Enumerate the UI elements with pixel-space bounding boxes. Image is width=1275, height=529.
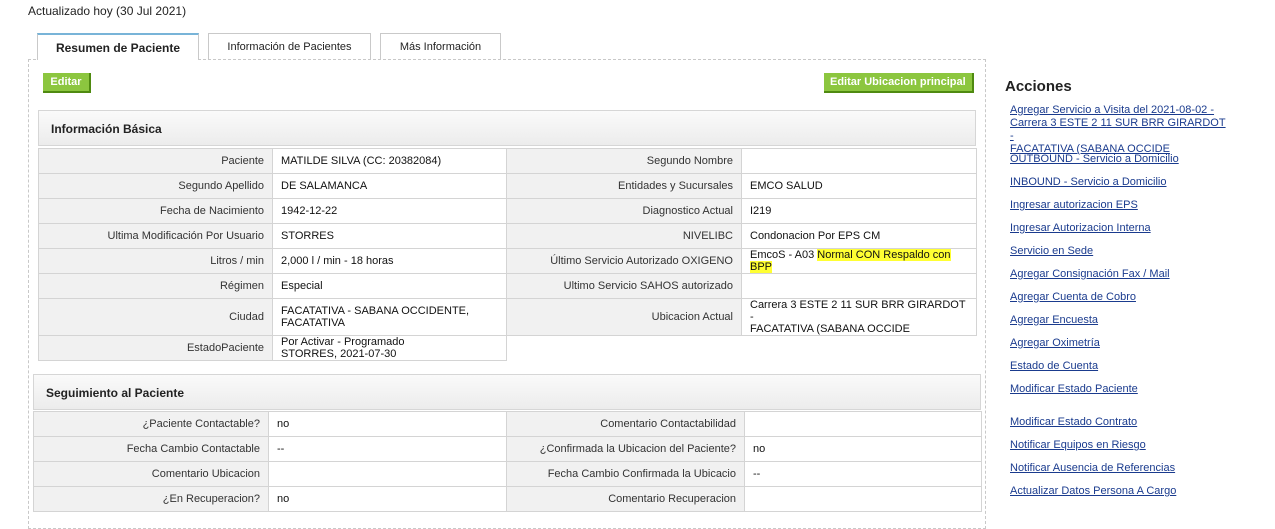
field-label: Fecha Cambio Confirmada la Ubicacio [506, 461, 745, 487]
edit-location-button[interactable]: Editar Ubicacion principal [824, 73, 974, 93]
field-label: NIVELIBC [506, 223, 742, 249]
field-value: Especial [272, 273, 507, 299]
field-value [741, 148, 977, 174]
field-value: Carrera 3 ESTE 2 11 SUR BRR GIRARDOT - FA… [741, 298, 977, 336]
last-updated-text: Actualizado hoy (30 Jul 2021) [28, 4, 187, 18]
field-value [741, 273, 977, 299]
action-internal-authorization[interactable]: Ingresar Autorizacion Interna [1010, 222, 1230, 235]
field-label: Ubicacion Actual [506, 298, 742, 336]
field-label: Último Servicio Autorizado OXIGENO [506, 248, 742, 274]
field-value: 1942-12-22 [272, 198, 507, 224]
follow-up-header: Seguimiento al Paciente [33, 374, 981, 410]
value-text: EmcoS - A03 [750, 249, 818, 262]
table-row: Régimen Especial Ultimo Servicio SAHOS a… [38, 273, 977, 299]
action-service-at-site[interactable]: Servicio en Sede [1010, 245, 1230, 258]
field-value: EMCO SALUD [741, 173, 977, 199]
field-label: Ultimo Servicio SAHOS autorizado [506, 273, 742, 299]
basic-info-header: Información Básica [38, 110, 976, 146]
field-value: no [744, 436, 982, 462]
tab-resumen-paciente[interactable]: Resumen de Paciente [37, 33, 199, 60]
value-line: Carrera 3 ESTE 2 11 SUR BRR GIRARDOT - [750, 299, 966, 324]
action-add-service-visit[interactable]: Agregar Servicio a Visita del 2021-08-02… [1010, 104, 1230, 156]
empty-cell [506, 335, 742, 361]
action-inbound-service[interactable]: INBOUND - Servicio a Domicilio [1010, 176, 1230, 189]
field-value: no [268, 411, 507, 437]
value-line: STORRES, 2021-07-30 [281, 348, 397, 360]
action-update-caregiver[interactable]: Actualizar Datos Persona A Cargo [1010, 485, 1230, 498]
table-row: EstadoPaciente Por Activar - Programado S… [38, 335, 977, 361]
field-label: Segundo Apellido [38, 173, 273, 199]
field-value: FACATATIVA - SABANA OCCIDENTE, FACATATIVA [272, 298, 507, 336]
field-value [268, 461, 507, 487]
table-row: Ciudad FACATATIVA - SABANA OCCIDENTE, FAC… [38, 298, 977, 336]
table-row: ¿Paciente Contactable? no Comentario Con… [33, 411, 982, 437]
table-row: Comentario Ubicacion Fecha Cambio Confir… [33, 461, 982, 487]
basic-info-table: Paciente MATILDE SILVA (CC: 20382084) Se… [38, 148, 977, 361]
field-value: MATILDE SILVA (CC: 20382084) [272, 148, 507, 174]
field-label: Entidades y Sucursales [506, 173, 742, 199]
field-label: ¿Confirmada la Ubicacion del Paciente? [506, 436, 745, 462]
value-line: Por Activar - Programado [281, 336, 405, 349]
table-row: Ultima Modificación Por Usuario STORRES … [38, 223, 977, 249]
field-value: I219 [741, 198, 977, 224]
field-label: EstadoPaciente [38, 335, 273, 361]
action-add-survey[interactable]: Agregar Encuesta [1010, 314, 1230, 327]
field-label: Fecha Cambio Contactable [33, 436, 269, 462]
table-row: Litros / min 2,000 l / min - 18 horas Úl… [38, 248, 977, 274]
field-label: Paciente [38, 148, 273, 174]
action-line: Agregar Servicio a Visita del 2021-08-02… [1010, 104, 1215, 116]
follow-up-table: ¿Paciente Contactable? no Comentario Con… [33, 411, 982, 512]
action-add-fax-mail[interactable]: Agregar Consignación Fax / Mail [1010, 268, 1230, 281]
field-label: Comentario Ubicacion [33, 461, 269, 487]
action-modify-patient-status[interactable]: Modificar Estado Paciente [1010, 383, 1230, 396]
field-value: 2,000 l / min - 18 horas [272, 248, 507, 274]
field-value: STORRES [272, 223, 507, 249]
field-value [744, 486, 982, 512]
action-eps-authorization[interactable]: Ingresar autorizacion EPS [1010, 199, 1230, 212]
field-label: Ultima Modificación Por Usuario [38, 223, 273, 249]
field-value: DE SALAMANCA [272, 173, 507, 199]
field-label: Diagnostico Actual [506, 198, 742, 224]
action-add-oximetry[interactable]: Agregar Oximetría [1010, 337, 1230, 350]
action-outbound-service[interactable]: OUTBOUND - Servicio a Domicilio [1010, 153, 1230, 166]
field-label: Régimen [38, 273, 273, 299]
action-account-status[interactable]: Estado de Cuenta [1010, 360, 1230, 373]
value-line: FACATATIVA - SABANA OCCIDENTE, [281, 305, 470, 317]
field-label: Comentario Recuperacion [506, 486, 745, 512]
tab-informacion-pacientes[interactable]: Información de Pacientes [208, 33, 371, 59]
field-label: Fecha de Nacimiento [38, 198, 273, 224]
action-notify-missing-references[interactable]: Notificar Ausencia de Referencias [1010, 462, 1230, 475]
value-line: FACATATIVA [281, 317, 345, 329]
field-value: EmcoS - A03 Normal CON Respaldo con BPP [741, 248, 977, 274]
field-value: no [268, 486, 507, 512]
action-add-billing[interactable]: Agregar Cuenta de Cobro [1010, 291, 1230, 304]
action-line: Carrera 3 ESTE 2 11 SUR BRR GIRARDOT - [1010, 117, 1226, 142]
action-notify-equipment-risk[interactable]: Notificar Equipos en Riesgo [1010, 439, 1230, 452]
table-row: ¿En Recuperacion? no Comentario Recupera… [33, 486, 982, 512]
table-row: Paciente MATILDE SILVA (CC: 20382084) Se… [38, 148, 977, 174]
table-row: Fecha de Nacimiento 1942-12-22 Diagnosti… [38, 198, 977, 224]
edit-button[interactable]: Editar [43, 73, 91, 93]
tab-mas-informacion[interactable]: Más Información [380, 33, 501, 59]
field-value: Por Activar - Programado STORRES, 2021-07… [272, 335, 507, 361]
field-value [744, 411, 982, 437]
field-label: Litros / min [38, 248, 273, 274]
field-label: Ciudad [38, 298, 273, 336]
field-label: ¿En Recuperacion? [33, 486, 269, 512]
field-value: -- [744, 461, 982, 487]
empty-cell [741, 335, 977, 361]
field-label: Segundo Nombre [506, 148, 742, 174]
value-line: FACATATIVA (SABANA OCCIDE [750, 323, 910, 335]
field-value: -- [268, 436, 507, 462]
table-row: Fecha Cambio Contactable -- ¿Confirmada … [33, 436, 982, 462]
action-modify-contract-status[interactable]: Modificar Estado Contrato [1010, 416, 1230, 429]
table-row: Segundo Apellido DE SALAMANCA Entidades … [38, 173, 977, 199]
field-label: ¿Paciente Contactable? [33, 411, 269, 437]
field-value: Condonacion Por EPS CM [741, 223, 977, 249]
actions-title: Acciones [1005, 78, 1072, 95]
field-label: Comentario Contactabilidad [506, 411, 745, 437]
